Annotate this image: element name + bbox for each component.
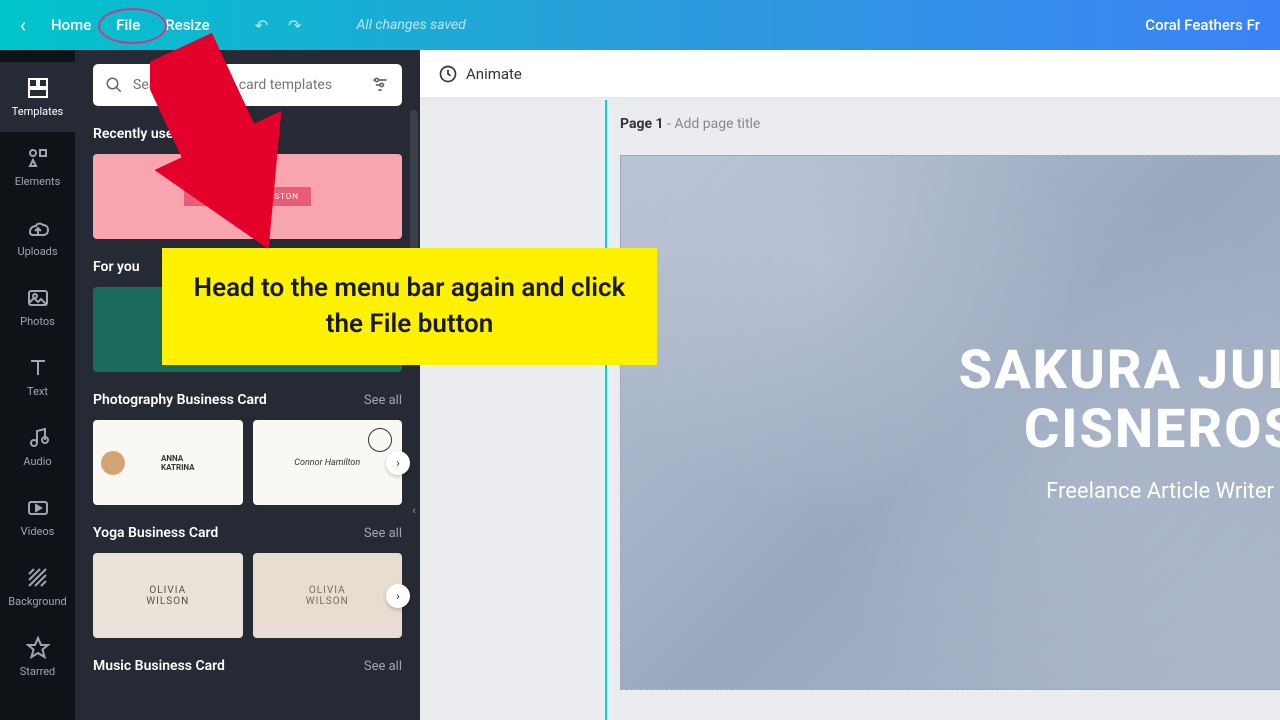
canvas-area: Animate Page 1 - Add page title SAKURA J… bbox=[420, 50, 1280, 720]
audio-icon bbox=[26, 426, 50, 450]
template-card[interactable]: OLIVIA WILSON bbox=[253, 553, 403, 638]
sidebar-photos[interactable]: Photos bbox=[0, 272, 75, 342]
redo-button[interactable]: ↷ bbox=[288, 16, 301, 35]
see-all-link[interactable]: See all bbox=[364, 393, 402, 408]
animate-icon bbox=[438, 64, 458, 84]
callout-box: Head to the menu bar again and click the… bbox=[162, 248, 657, 365]
templates-icon bbox=[26, 76, 50, 100]
starred-icon bbox=[26, 636, 50, 660]
filter-icon[interactable] bbox=[370, 75, 390, 95]
see-all-link[interactable]: See all bbox=[364, 526, 402, 541]
canvas-page[interactable]: SAKURA JUL CISNEROS Freelance Article Wr… bbox=[620, 155, 1280, 690]
sidebar-audio[interactable]: Audio bbox=[0, 412, 75, 482]
home-menu[interactable]: Home bbox=[51, 16, 91, 34]
canvas-title-text[interactable]: SAKURA JUL CISNEROS bbox=[959, 341, 1280, 460]
sidebar-elements[interactable]: Elements bbox=[0, 132, 75, 202]
sidebar-starred[interactable]: Starred bbox=[0, 622, 75, 692]
section-yoga: Yoga Business Card See all bbox=[93, 525, 402, 541]
section-music: Music Business Card See all bbox=[93, 658, 402, 674]
sidebar-templates[interactable]: Templates bbox=[0, 62, 75, 132]
template-card[interactable]: Connor Hamilton bbox=[253, 420, 403, 505]
file-menu[interactable]: File bbox=[116, 16, 140, 34]
template-card[interactable]: ANNA KATRINA bbox=[93, 420, 243, 505]
back-button[interactable]: ‹ bbox=[20, 13, 26, 37]
sidebar-text[interactable]: Text bbox=[0, 342, 75, 412]
sidebar-background[interactable]: Background bbox=[0, 552, 75, 622]
project-name[interactable]: Coral Feathers Fr bbox=[1145, 16, 1260, 34]
see-all-link[interactable]: See all bbox=[364, 659, 402, 674]
animate-button[interactable]: Animate bbox=[438, 64, 522, 84]
sidebar-uploads[interactable]: Uploads bbox=[0, 202, 75, 272]
ruler-guide[interactable] bbox=[605, 100, 607, 720]
template-card[interactable]: OLIVIA WILSON bbox=[93, 553, 243, 638]
canvas-subtitle-text[interactable]: Freelance Article Writer bbox=[1046, 479, 1280, 504]
callout-arrow bbox=[150, 30, 290, 260]
canvas-toolbar: Animate bbox=[420, 50, 1280, 98]
section-photography: Photography Business Card See all bbox=[93, 392, 402, 408]
videos-icon bbox=[26, 496, 50, 520]
background-icon bbox=[26, 566, 50, 590]
search-icon bbox=[105, 76, 123, 94]
sidebar-videos[interactable]: Videos bbox=[0, 482, 75, 552]
signature-icon bbox=[368, 428, 392, 452]
icon-sidebar: Templates Elements Uploads Photos Text A… bbox=[0, 50, 75, 720]
text-icon bbox=[26, 356, 50, 380]
save-status: All changes saved bbox=[357, 17, 466, 33]
next-arrow[interactable]: › bbox=[386, 451, 410, 475]
photos-icon bbox=[26, 286, 50, 310]
avatar bbox=[101, 451, 125, 475]
uploads-icon bbox=[26, 216, 50, 240]
collapse-panel-button[interactable]: ‹ bbox=[407, 485, 420, 535]
page-label[interactable]: Page 1 - Add page title bbox=[420, 98, 1280, 142]
next-arrow[interactable]: › bbox=[386, 584, 410, 608]
elements-icon bbox=[26, 146, 50, 170]
